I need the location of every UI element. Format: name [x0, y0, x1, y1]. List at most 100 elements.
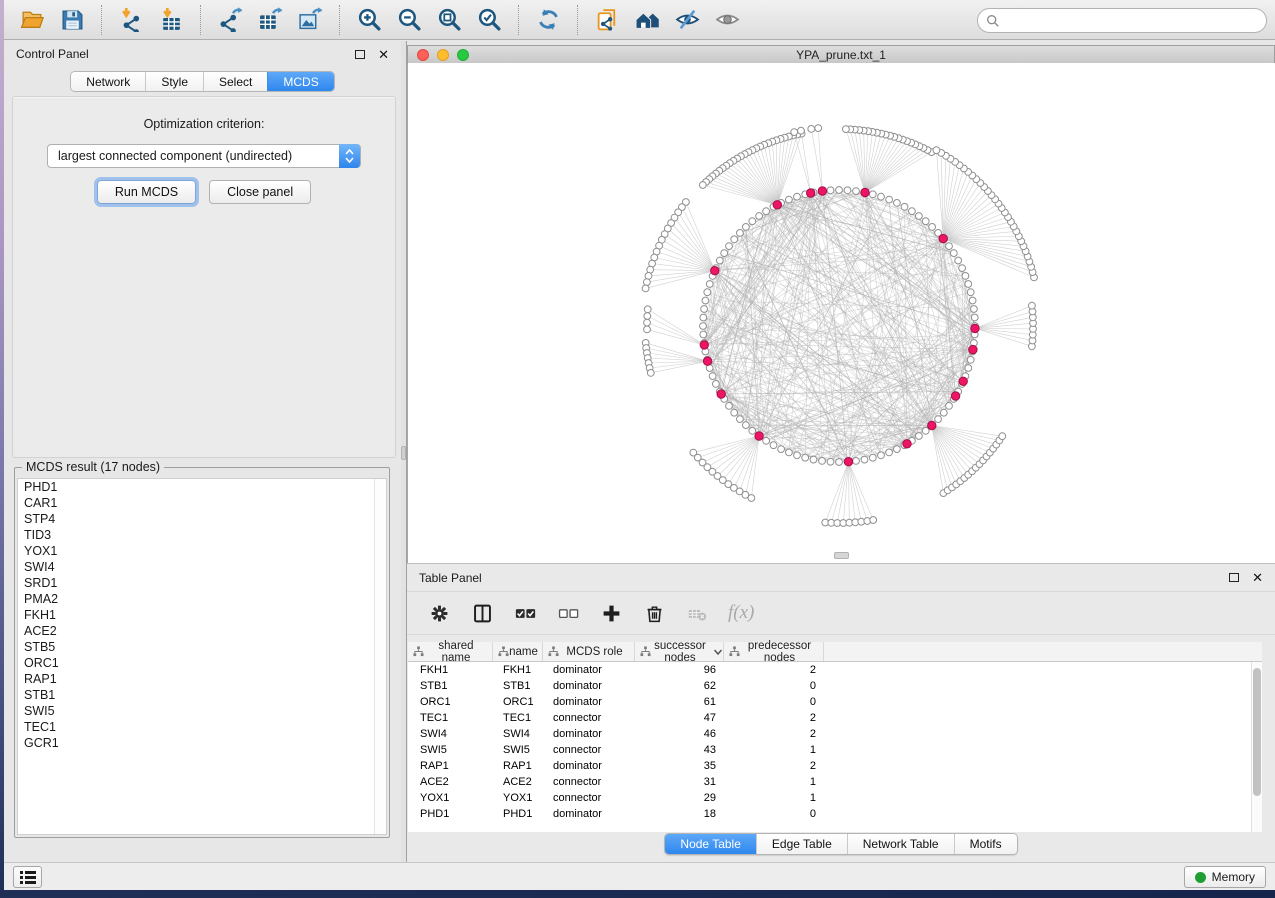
close-panel-button[interactable]: Close panel: [209, 180, 311, 204]
zoom-selected-icon[interactable]: [474, 5, 504, 35]
column-header-predecessor-nodes[interactable]: predecessor nodes: [724, 642, 824, 661]
optimization-criterion-select[interactable]: largest connected component (undirected): [47, 144, 361, 168]
first-neighbors-icon[interactable]: [632, 5, 662, 35]
mcds-result-item[interactable]: ORC1: [18, 655, 386, 671]
mcds-result-list[interactable]: PHD1CAR1STP4TID3YOX1SWI4SRD1PMA2FKH1ACE2…: [17, 478, 387, 835]
vertical-splitter-handle[interactable]: [401, 446, 406, 460]
mcds-result-item[interactable]: SWI4: [18, 559, 386, 575]
export-table-icon[interactable]: [255, 5, 285, 35]
select-all-icon[interactable]: [513, 601, 537, 625]
tab-style[interactable]: Style: [145, 72, 203, 91]
memory-button[interactable]: Memory: [1184, 866, 1266, 888]
column-header-label: name: [509, 646, 542, 658]
eye-slash-icon[interactable]: [672, 5, 702, 35]
table-tabbar: Node TableEdge TableNetwork TableMotifs: [407, 833, 1275, 855]
close-panel-icon[interactable]: ✕: [378, 48, 389, 61]
table-row[interactable]: ORC1ORC1dominator610: [408, 694, 1262, 710]
gear-icon[interactable]: [427, 601, 451, 625]
task-history-button[interactable]: [13, 866, 42, 888]
mcds-result-item[interactable]: ACE2: [18, 623, 386, 639]
zoom-out-icon[interactable]: [394, 5, 424, 35]
cell-shared-name: YOX1: [408, 792, 493, 804]
mcds-result-item[interactable]: PHD1: [18, 479, 386, 495]
cell-successor-nodes: 29: [635, 792, 724, 804]
zoom-fit-icon[interactable]: [434, 5, 464, 35]
table-row[interactable]: PHD1PHD1dominator180: [408, 806, 1262, 822]
network-canvas[interactable]: [407, 63, 1275, 563]
table-row[interactable]: STB1STB1dominator620: [408, 678, 1262, 694]
open-file-icon[interactable]: [17, 5, 47, 35]
search-icon: [986, 14, 1000, 28]
search-input[interactable]: [1000, 11, 1266, 31]
export-network-icon[interactable]: [215, 5, 245, 35]
run-mcds-button[interactable]: Run MCDS: [97, 180, 196, 204]
mcds-list-scrollbar[interactable]: [374, 479, 386, 834]
mcds-result-item[interactable]: TEC1: [18, 719, 386, 735]
table-row[interactable]: SWI5SWI5connector431: [408, 742, 1262, 758]
mcds-result-item[interactable]: GCR1: [18, 735, 386, 751]
table-row[interactable]: FKH1FKH1dominator962: [408, 662, 1262, 678]
table-scrollbar-thumb[interactable]: [1253, 668, 1261, 796]
mcds-result-item[interactable]: STB1: [18, 687, 386, 703]
network-window-titlebar[interactable]: YPA_prune.txt_1: [407, 45, 1275, 63]
mcds-result-item[interactable]: SWI5: [18, 703, 386, 719]
tab-network[interactable]: Network: [71, 72, 145, 91]
tab-mcds[interactable]: MCDS: [267, 72, 333, 91]
select-stepper-icon: [339, 144, 360, 168]
column-header-shared-name[interactable]: shared name: [408, 642, 493, 661]
mcds-result-item[interactable]: FKH1: [18, 607, 386, 623]
mcds-result-item[interactable]: STP4: [18, 511, 386, 527]
cell-successor-nodes: 31: [635, 776, 724, 788]
tab-edge-table[interactable]: Edge Table: [756, 834, 847, 854]
tab-node-table[interactable]: Node Table: [665, 834, 756, 854]
toolbar-separator: [518, 5, 519, 35]
table-row[interactable]: YOX1YOX1connector291: [408, 790, 1262, 806]
tab-motifs[interactable]: Motifs: [954, 834, 1017, 854]
import-table-icon[interactable]: [156, 5, 186, 35]
mcds-result-item[interactable]: STB5: [18, 639, 386, 655]
zoom-in-icon[interactable]: [354, 5, 384, 35]
horizontal-splitter-handle[interactable]: [834, 552, 849, 559]
save-session-icon[interactable]: [57, 5, 87, 35]
search-box[interactable]: [977, 8, 1267, 33]
column-header-successor-nodes[interactable]: successor nodes: [635, 642, 724, 661]
mcds-result-item[interactable]: RAP1: [18, 671, 386, 687]
clone-network-icon[interactable]: [592, 5, 622, 35]
columns-icon[interactable]: [470, 601, 494, 625]
mcds-result-item[interactable]: SRD1: [18, 575, 386, 591]
close-table-panel-icon[interactable]: ✕: [1252, 571, 1263, 584]
mcds-result-groupbox: MCDS result (17 nodes) PHD1CAR1STP4TID3Y…: [14, 467, 390, 838]
apply-layout-icon[interactable]: [533, 5, 563, 35]
optimization-criterion-label: Optimization criterion:: [13, 117, 395, 131]
table-row[interactable]: SWI4SWI4dominator462: [408, 726, 1262, 742]
mcds-result-item[interactable]: YOX1: [18, 543, 386, 559]
table-row[interactable]: TEC1TEC1connector472: [408, 710, 1262, 726]
mcds-result-item[interactable]: TID3: [18, 527, 386, 543]
cell-shared-name: ORC1: [408, 696, 493, 708]
export-image-icon[interactable]: [295, 5, 325, 35]
cell-successor-nodes: 62: [635, 680, 724, 692]
table-panel-title: Table Panel: [419, 571, 482, 585]
column-header-MCDS-role[interactable]: MCDS role: [543, 642, 635, 661]
column-header-label: MCDS role: [559, 646, 634, 658]
table-row[interactable]: RAP1RAP1dominator352: [408, 758, 1262, 774]
add-icon[interactable]: [599, 601, 623, 625]
float-table-panel-icon[interactable]: [1229, 573, 1239, 582]
import-network-icon[interactable]: [116, 5, 146, 35]
mcds-result-item[interactable]: CAR1: [18, 495, 386, 511]
float-panel-icon[interactable]: [355, 50, 365, 59]
column-header-name[interactable]: name: [493, 642, 543, 661]
deselect-all-icon[interactable]: [556, 601, 580, 625]
optimization-criterion-value: largest connected component (undirected): [58, 149, 292, 163]
cell-MCDS-role: dominator: [543, 696, 635, 708]
table-toolbar: f(x): [407, 591, 1275, 635]
table-scrollbar[interactable]: [1251, 662, 1262, 832]
delete-icon[interactable]: [642, 601, 666, 625]
mcds-result-item[interactable]: PMA2: [18, 591, 386, 607]
cell-shared-name: STB1: [408, 680, 493, 692]
network-graph[interactable]: [408, 63, 1275, 563]
table-row[interactable]: ACE2ACE2connector311: [408, 774, 1262, 790]
eye-icon[interactable]: [712, 5, 742, 35]
tab-select[interactable]: Select: [203, 72, 267, 91]
tab-network-table[interactable]: Network Table: [847, 834, 954, 854]
